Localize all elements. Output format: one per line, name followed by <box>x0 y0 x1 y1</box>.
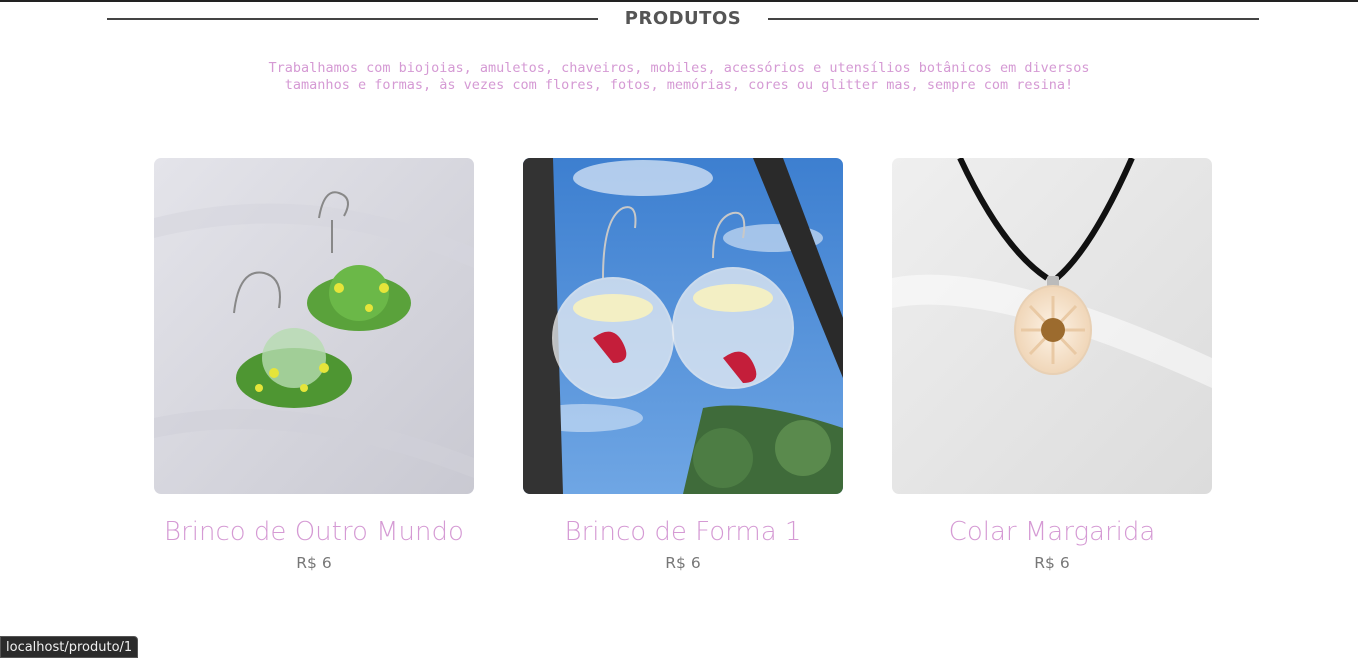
product-price-1: R$ 6 <box>296 554 332 572</box>
product-price-2: R$ 6 <box>665 554 701 572</box>
browser-status-bar: localhost/produto/1 <box>0 636 139 658</box>
necklace-photo-3 <box>892 158 1212 494</box>
earrings-photo-1 <box>154 158 474 494</box>
product-image-1[interactable] <box>154 158 474 494</box>
header-divider-left <box>107 18 598 20</box>
section-header: PRODUTOS <box>107 6 1259 32</box>
product-image-3[interactable] <box>892 158 1212 494</box>
product-image-2[interactable] <box>523 158 843 494</box>
product-card-3[interactable]: Colar Margarida R$ 6 <box>892 158 1212 575</box>
intro-line-2: tamanhos e formas, às vezes com flores, … <box>284 77 1074 93</box>
product-name-1[interactable]: Brinco de Outro Mundo <box>154 515 474 549</box>
product-card-2[interactable]: Brinco de Forma 1 R$ 6 <box>523 158 843 575</box>
top-border <box>0 0 1358 2</box>
earrings-photo-2 <box>523 158 843 494</box>
section-intro: Trabalhamos com biojoias, amuletos, chav… <box>229 60 1129 94</box>
section-title: PRODUTOS <box>624 8 742 29</box>
header-divider-right <box>768 18 1259 20</box>
product-name-3[interactable]: Colar Margarida <box>892 515 1212 549</box>
product-card-1[interactable]: Brinco de Outro Mundo R$ 6 <box>154 158 474 575</box>
intro-line-1: Trabalhamos com biojoias, amuletos, chav… <box>268 60 1090 76</box>
product-name-2[interactable]: Brinco de Forma 1 <box>523 515 843 549</box>
product-price-3: R$ 6 <box>1034 554 1070 572</box>
